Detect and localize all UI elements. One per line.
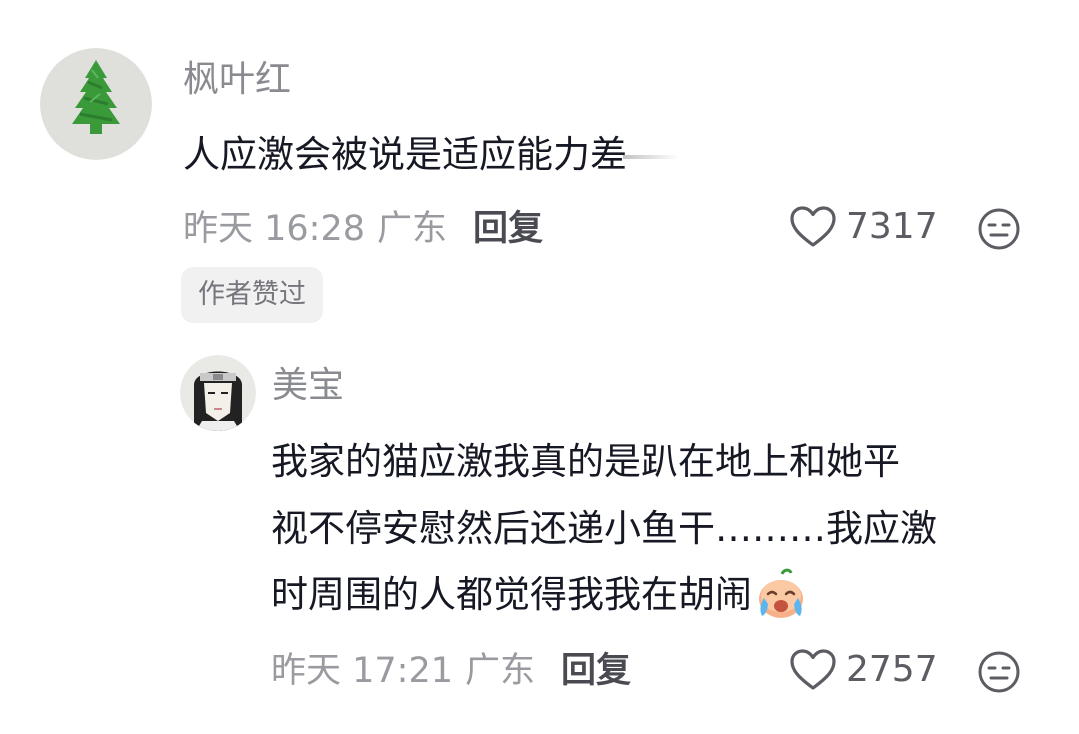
reply-dislike-button[interactable] <box>977 650 1021 694</box>
commenter-avatar[interactable] <box>40 48 152 160</box>
comment-text: 人应激会被说是适应能力差 <box>183 126 679 184</box>
author-liked-badge: 作者赞过 <box>181 267 323 323</box>
reply-like-button[interactable]: 2757 <box>790 649 938 691</box>
meh-face-icon <box>978 208 1020 250</box>
reply-text-line-2: 视不停安慰然后还递小鱼干………我应激 <box>271 507 937 550</box>
reply-location: 广东 <box>465 651 536 691</box>
meh-face-icon <box>978 651 1020 693</box>
reply-text-line-3: 时周围的人都觉得我我在胡闹 <box>271 573 752 616</box>
reply-meta: 昨天 17:21 广东 回复 <box>271 651 631 691</box>
comment-like-button[interactable]: 7317 <box>790 206 938 248</box>
heart-outline-icon <box>790 649 836 691</box>
comment-meta: 昨天 16:28 广东 回复 <box>183 209 543 249</box>
reply-reply-button[interactable]: 回复 <box>561 651 631 691</box>
comment-location: 广东 <box>377 209 448 249</box>
reply-time: 昨天 17:21 <box>271 651 453 691</box>
comment-dislike-button[interactable] <box>977 207 1021 251</box>
replier-username[interactable]: 美宝 <box>272 366 344 406</box>
comment-time: 昨天 16:28 <box>183 209 365 249</box>
crying-face-emoji-icon <box>754 568 808 622</box>
comment-like-count: 7317 <box>846 206 938 247</box>
commenter-username[interactable]: 枫叶红 <box>183 60 291 100</box>
reply-text-line-1: 我家的猫应激我真的是趴在地上和她平 <box>271 440 900 483</box>
anime-character-avatar-icon <box>180 355 256 431</box>
heart-outline-icon <box>790 206 836 248</box>
comment-reply-button[interactable]: 回复 <box>473 209 543 249</box>
reply-like-count: 2757 <box>846 649 938 690</box>
replier-avatar[interactable] <box>180 355 256 431</box>
green-tree-avatar-icon <box>40 48 152 160</box>
